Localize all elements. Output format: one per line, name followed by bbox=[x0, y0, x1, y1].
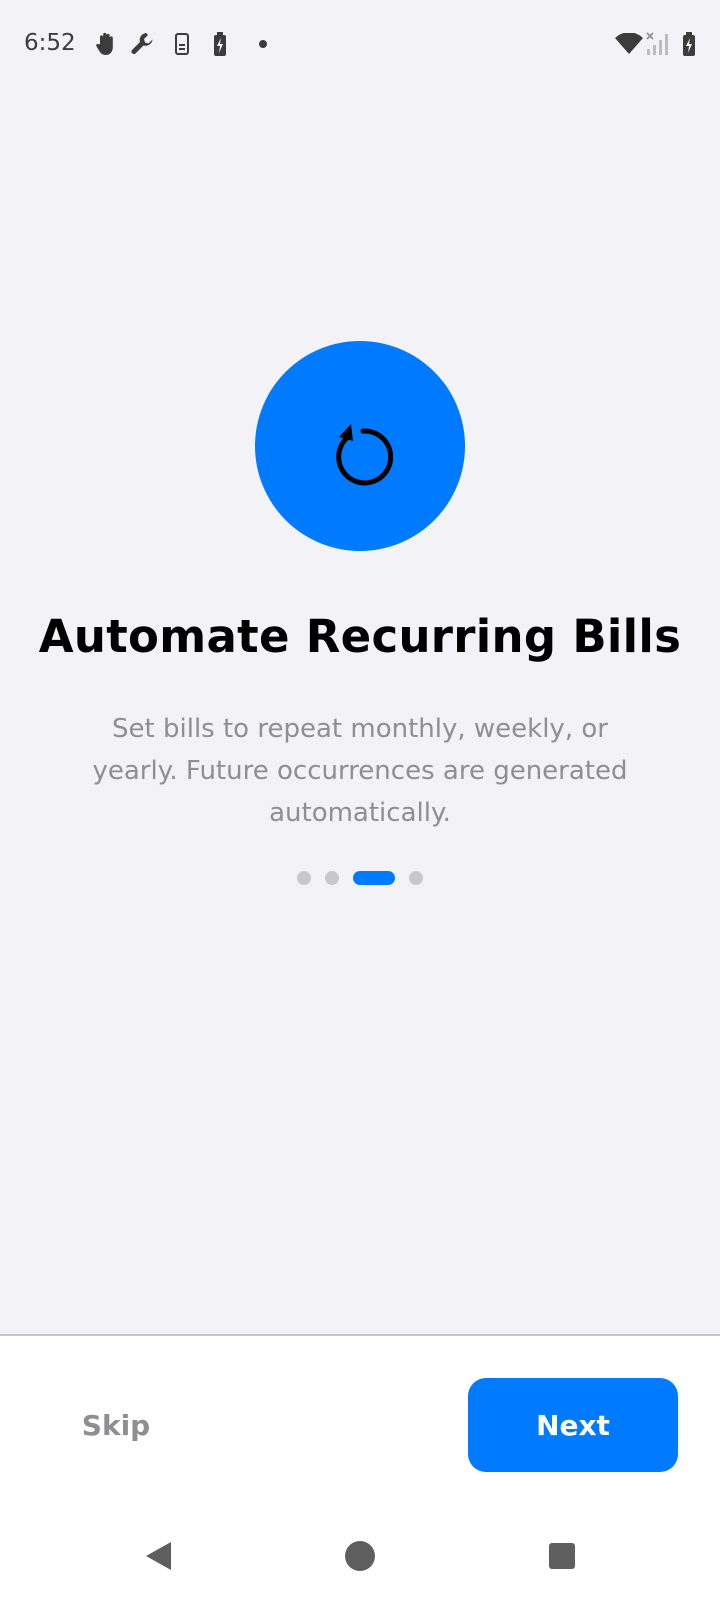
bottom-action-bar: Skip Next bbox=[0, 1334, 720, 1510]
hand-icon bbox=[94, 31, 120, 57]
page-description: Set bills to repeat monthly, weekly, or … bbox=[92, 714, 628, 828]
recents-icon[interactable] bbox=[538, 1532, 586, 1580]
page-dot[interactable] bbox=[325, 871, 339, 885]
page-dot-active[interactable] bbox=[353, 871, 395, 885]
page-indicator bbox=[0, 871, 720, 885]
home-icon[interactable] bbox=[336, 1532, 384, 1580]
system-nav-bar bbox=[0, 1510, 720, 1600]
phone-storage-icon bbox=[169, 31, 195, 57]
hero-circle bbox=[255, 341, 465, 551]
status-time: 6:52 bbox=[24, 30, 76, 56]
onboarding-page: Automate Recurring Bills Set bills to re… bbox=[0, 90, 720, 1334]
repeat-icon bbox=[327, 406, 393, 486]
battery-charging-icon bbox=[207, 31, 233, 57]
battery-icon bbox=[676, 31, 702, 57]
back-icon[interactable] bbox=[134, 1532, 182, 1580]
page-dot[interactable] bbox=[297, 871, 311, 885]
wifi-icon bbox=[614, 31, 644, 57]
status-bar: 6:52 bbox=[0, 0, 720, 90]
cellular-no-signal-icon bbox=[645, 31, 671, 57]
skip-button[interactable]: Skip bbox=[56, 1378, 176, 1472]
wrench-icon bbox=[130, 31, 156, 57]
page-title: Automate Recurring Bills bbox=[38, 610, 682, 663]
dot-icon bbox=[250, 31, 276, 57]
next-button[interactable]: Next bbox=[468, 1378, 678, 1472]
page-dot[interactable] bbox=[409, 871, 423, 885]
